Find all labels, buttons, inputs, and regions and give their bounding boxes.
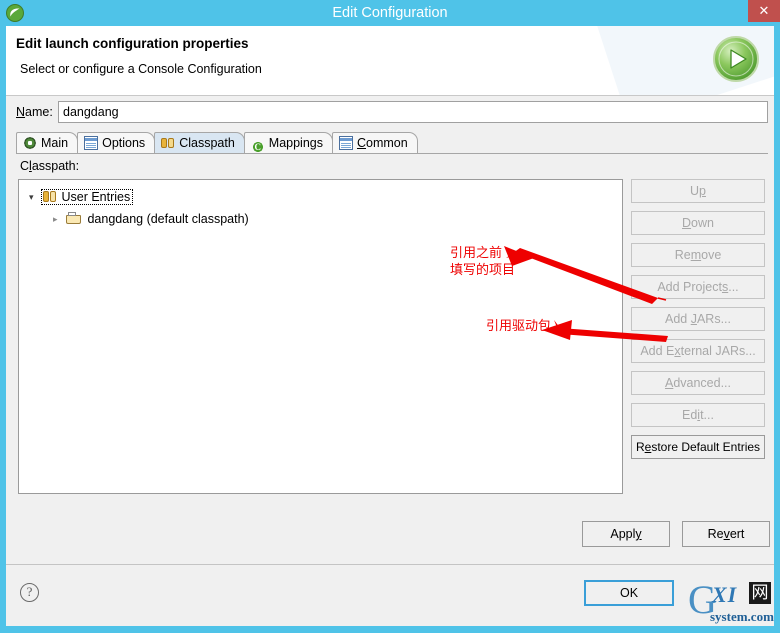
name-row: Name: — [6, 100, 774, 128]
mappings-icon: C — [250, 140, 265, 154]
ok-button[interactable]: OK — [584, 580, 674, 606]
tab-main-label: Main — [41, 136, 69, 151]
name-input[interactable] — [58, 101, 768, 123]
tab-classpath[interactable]: Classpath — [154, 132, 245, 153]
tab-common[interactable]: Common — [331, 132, 418, 153]
apply-revert-row: Apply Revert — [6, 521, 774, 553]
options-icon — [84, 136, 99, 150]
expand-collapse-icon[interactable]: ▸ — [53, 209, 63, 229]
classpath-section-label: Classpath: — [20, 159, 80, 173]
remove-button[interactable]: Remove — [631, 243, 765, 267]
run-play-icon — [713, 36, 759, 82]
tab-mappings-label: Mappings — [268, 136, 323, 151]
add-external-jars-button[interactable]: Add External JARs... — [631, 339, 765, 363]
tab-common-label: Common — [356, 136, 408, 151]
dialog-body: Edit launch configuration properties Sel… — [6, 26, 774, 626]
main-icon — [23, 136, 37, 150]
help-icon[interactable]: ? — [20, 583, 39, 602]
edit-button[interactable]: Edit... — [631, 403, 765, 427]
up-button[interactable]: Up — [631, 179, 765, 203]
tab-bar: Main Options Classpath C Mappings Common — [16, 132, 768, 154]
add-jars-button[interactable]: Add JARs... — [631, 307, 765, 331]
revert-button[interactable]: Revert — [682, 521, 770, 547]
apply-button[interactable]: Apply — [582, 521, 670, 547]
tab-options[interactable]: Options — [77, 132, 156, 153]
title-bar: Edit Configuration ✕ — [0, 0, 780, 26]
classpath-button-column: Up Down Remove Add Projects... Add JARs.… — [631, 179, 765, 467]
classpath-tree[interactable]: ▾ User Entries ▸ dangdang (default class… — [18, 179, 623, 494]
tab-main[interactable]: Main — [16, 132, 79, 153]
close-icon[interactable]: ✕ — [748, 0, 780, 22]
tab-underline — [16, 153, 768, 154]
folder-icon — [66, 212, 84, 226]
add-projects-button[interactable]: Add Projects... — [631, 275, 765, 299]
tab-mappings[interactable]: C Mappings — [243, 132, 333, 154]
footer-divider — [6, 564, 774, 565]
tree-item-label: User Entries — [61, 190, 131, 204]
classpath-icon — [161, 136, 175, 150]
advanced-button[interactable]: Advanced... — [631, 371, 765, 395]
page-title: Edit launch configuration properties — [16, 36, 249, 51]
dialog-header: Edit launch configuration properties Sel… — [6, 26, 774, 96]
tree-item-label: dangdang (default classpath) — [87, 212, 249, 226]
tree-row[interactable]: ▸ dangdang (default classpath) — [19, 209, 622, 229]
common-icon — [338, 136, 353, 150]
down-button[interactable]: Down — [631, 211, 765, 235]
window-title: Edit Configuration — [332, 5, 448, 21]
page-subtitle: Select or configure a Console Configurat… — [20, 62, 262, 76]
tree-row[interactable]: ▾ User Entries — [19, 187, 622, 207]
edit-configuration-dialog: Edit Configuration ✕ Edit launch configu… — [0, 0, 780, 633]
classpath-entries-icon — [42, 190, 58, 204]
name-label: Name: — [16, 105, 53, 119]
expand-collapse-icon[interactable]: ▾ — [29, 187, 39, 207]
tab-options-label: Options — [102, 136, 146, 151]
tab-classpath-label: Classpath — [179, 136, 235, 151]
restore-default-entries-button[interactable]: Restore Default Entries — [631, 435, 765, 459]
